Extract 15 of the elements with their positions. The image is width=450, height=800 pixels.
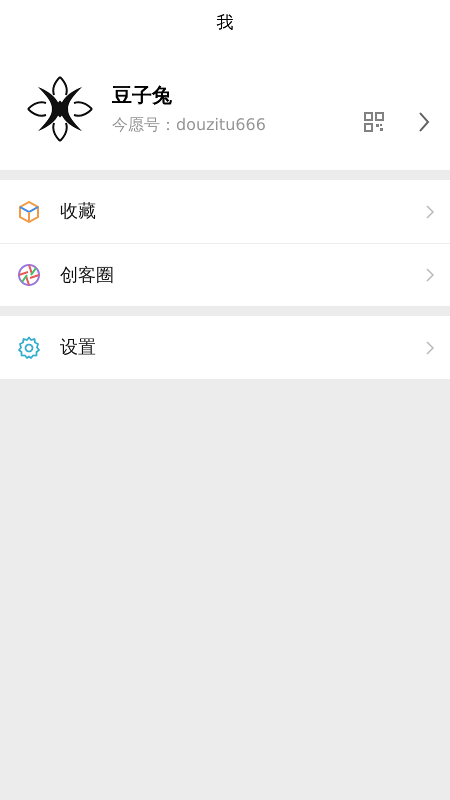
chevron-right-icon — [426, 268, 434, 282]
account-id: 今愿号：douzitu666 — [112, 114, 267, 136]
qr-code-icon[interactable] — [364, 112, 384, 132]
chevron-right-icon[interactable] — [418, 111, 430, 133]
settings-icon — [17, 336, 41, 360]
menu-label: 收藏 — [60, 200, 97, 224]
user-name: 豆子兔 — [112, 82, 173, 109]
page-title: 我 — [216, 12, 234, 36]
chevron-right-icon — [426, 340, 434, 354]
menu-label: 创客圈 — [60, 264, 115, 288]
cube-icon — [17, 200, 41, 224]
aperture-icon — [17, 263, 41, 287]
menu-label: 设置 — [60, 336, 97, 360]
avatar-logo — [26, 75, 94, 143]
chevron-right-icon — [426, 204, 434, 218]
